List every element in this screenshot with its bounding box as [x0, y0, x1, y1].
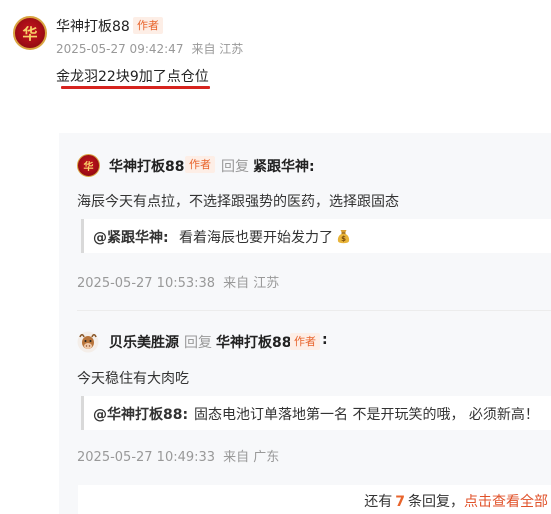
reply-avatar[interactable]: 华 [77, 154, 100, 177]
reply-location: 来自 广东 [223, 450, 280, 465]
avatar-glyph: 华 [83, 162, 94, 173]
reply-timestamp: 2025-05-27 10:53:38 [77, 276, 216, 291]
quoted-reply: @紧跟华神: 看着海辰也要开始发力了 $ [81, 219, 551, 253]
avatar[interactable]: 华 [13, 16, 47, 50]
view-all-replies-link[interactable]: 点击查看全部 [464, 494, 548, 510]
more-replies-prefix: 还有 [364, 494, 393, 510]
author-badge: 作者 [290, 333, 320, 350]
quoted-reply: @华神打板88: 固态电池订单落地第一名 不是开玩笑的哦， 必须新高！ [81, 396, 551, 430]
author-badge: 作者 [185, 156, 215, 173]
reply-meta: 2025-05-27 10:49:33 来自 广东 [77, 446, 279, 465]
reply-timestamp: 2025-05-27 10:49:33 [77, 450, 216, 465]
svg-text:$: $ [341, 235, 346, 243]
reply-colon: : [322, 332, 328, 348]
quote-text: 固态电池订单落地第一名 不是开玩笑的哦， 必须新高！ [194, 407, 539, 423]
reply-target-username[interactable]: 华神打板88 [216, 332, 291, 352]
comment-timestamp: 2025-05-27 09:42:47 [56, 42, 184, 56]
comment-username[interactable]: 华神打板88 [56, 16, 130, 36]
quote-text-body: 看着海辰也要开始发力了 [179, 230, 333, 246]
comment-location: 来自 江苏 [191, 42, 244, 56]
reply-username[interactable]: 华神打板88 [109, 156, 184, 176]
reply-username[interactable]: 贝乐美胜源 [109, 332, 179, 352]
reply-meta: 2025-05-27 10:53:38 来自 江苏 [77, 272, 279, 291]
quote-username[interactable]: @紧跟华神: [93, 227, 169, 247]
cow-icon[interactable] [77, 331, 99, 353]
reply-content: 今天稳住有大肉吃 [77, 371, 189, 387]
author-badge: 作者 [133, 17, 163, 34]
quote-username[interactable]: @华神打板88: [93, 404, 188, 424]
highlight-underline [61, 86, 210, 89]
quote-text: 看着海辰也要开始发力了 $ [179, 227, 351, 247]
more-replies-suffix: 条回复， [408, 494, 464, 510]
money-bag-icon: $ [337, 230, 350, 244]
reply-label: 回复 [221, 159, 249, 175]
comment-meta: 2025-05-27 09:42:47 来自 江苏 [56, 40, 243, 57]
comment-content: 金龙羽22块9加了点仓位 [56, 69, 209, 85]
more-replies-count: 7 [395, 494, 405, 510]
avatar-glyph: 华 [22, 24, 38, 43]
reply-label: 回复 [184, 335, 212, 351]
reply-content: 海辰今天有点拉，不选择跟强势的医药，选择跟固态 [77, 194, 399, 210]
more-replies-text: 还有 7 条回复，点击查看全部 [364, 491, 548, 511]
reply-location: 来自 江苏 [223, 276, 280, 291]
more-replies-bar: 还有 7 条回复，点击查看全部 [78, 485, 551, 514]
reply-target-username[interactable]: 紧跟华神: [253, 156, 315, 176]
reply-divider [77, 310, 551, 311]
